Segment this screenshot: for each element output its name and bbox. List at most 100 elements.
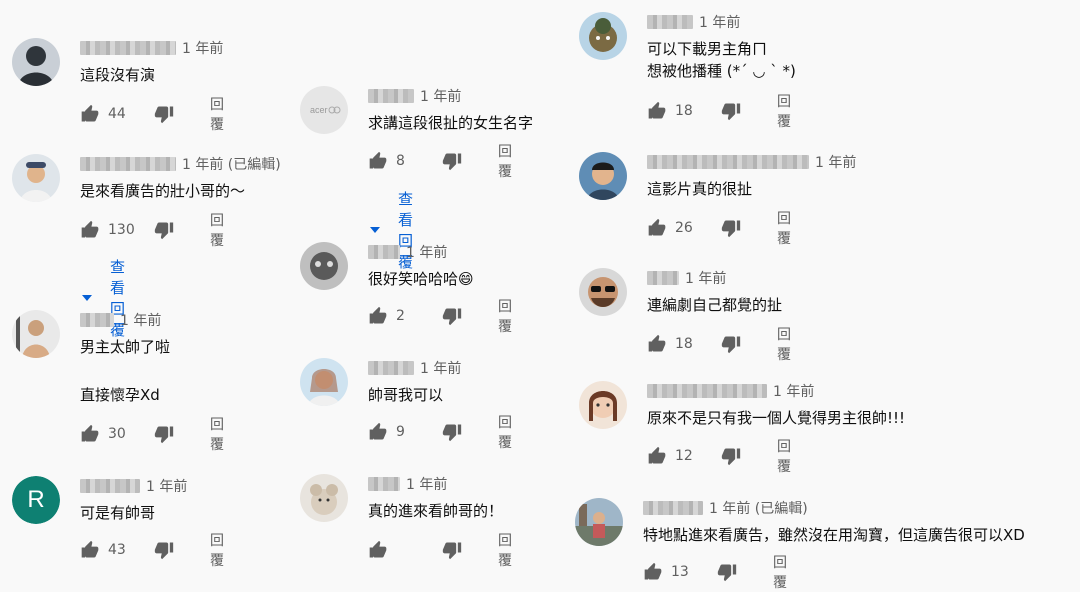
timestamp[interactable]: 1 年前: [773, 381, 814, 401]
dislike-button[interactable]: [154, 540, 174, 560]
comment-text: 原來不是只有我一個人覺得男主很帥!!!: [647, 409, 906, 427]
reply-button[interactable]: 回覆: [498, 296, 512, 336]
thumbs-up-icon: [369, 540, 387, 558]
timestamp[interactable]: 1 年前: [815, 152, 856, 172]
reply-button[interactable]: 回覆: [498, 141, 512, 181]
like-count: 12: [675, 448, 693, 464]
thumbs-down-icon: [154, 542, 174, 560]
timestamp[interactable]: 1 年前: [420, 86, 461, 106]
reply-button[interactable]: 回覆: [777, 91, 791, 131]
timestamp[interactable]: 1 年前: [182, 38, 223, 58]
like-button[interactable]: [368, 540, 388, 560]
caret-down-icon: [82, 295, 92, 301]
comment-actions: 43 回覆: [80, 533, 224, 569]
author-name[interactable]: [647, 271, 679, 285]
avatar[interactable]: [300, 358, 348, 406]
dislike-button[interactable]: [154, 104, 174, 124]
reply-button[interactable]: 回覆: [777, 208, 791, 248]
avatar[interactable]: R: [12, 476, 60, 524]
like-count: 9: [396, 424, 405, 440]
timestamp[interactable]: 1 年前 (已編輯): [709, 498, 808, 518]
avatar[interactable]: [12, 154, 60, 202]
like-button[interactable]: [647, 218, 667, 238]
author-name[interactable]: [368, 245, 400, 259]
avatar[interactable]: [12, 310, 60, 358]
author-name[interactable]: [80, 157, 176, 171]
timestamp[interactable]: 1 年前: [685, 268, 726, 288]
avatar[interactable]: [12, 38, 60, 86]
timestamp[interactable]: 1 年前: [120, 310, 161, 330]
reply-button[interactable]: 回覆: [210, 94, 224, 134]
like-count: 8: [396, 153, 405, 169]
timestamp[interactable]: 1 年前: [146, 476, 187, 496]
comment-actions: 2 回覆: [368, 299, 512, 335]
reply-button[interactable]: 回覆: [210, 530, 224, 570]
avatar[interactable]: [579, 381, 627, 429]
author-name[interactable]: [643, 501, 703, 515]
dislike-button[interactable]: [442, 151, 462, 171]
like-button[interactable]: [80, 540, 100, 560]
thumbs-up-icon: [644, 562, 662, 580]
like-button[interactable]: [647, 101, 667, 121]
like-button[interactable]: [80, 424, 100, 444]
avatar[interactable]: [300, 474, 348, 522]
author-name[interactable]: [368, 361, 414, 375]
reply-button[interactable]: 回覆: [210, 210, 224, 250]
like-count: 18: [675, 103, 693, 119]
author-name[interactable]: [368, 477, 400, 491]
avatar[interactable]: acer: [300, 86, 348, 134]
author-name[interactable]: [80, 41, 176, 55]
dislike-button[interactable]: [721, 218, 741, 238]
author-name[interactable]: [647, 155, 809, 169]
author-name[interactable]: [368, 89, 414, 103]
comment-text: 真的進來看帥哥的！: [368, 502, 504, 520]
dislike-button[interactable]: [721, 446, 741, 466]
like-button[interactable]: [80, 104, 100, 124]
avatar[interactable]: [579, 12, 627, 60]
author-name[interactable]: [80, 479, 140, 493]
avatar[interactable]: [300, 242, 348, 290]
thumbs-up-icon: [81, 540, 99, 558]
like-button[interactable]: [647, 446, 667, 466]
dislike-button[interactable]: [721, 101, 741, 121]
thumbs-down-icon: [721, 336, 741, 354]
like-button[interactable]: [368, 422, 388, 442]
thumbs-up-icon: [648, 446, 666, 464]
author-name[interactable]: [80, 313, 114, 327]
timestamp[interactable]: 1 年前: [420, 358, 461, 378]
comment-actions: 130 回覆: [80, 213, 224, 249]
dislike-button[interactable]: [717, 562, 737, 582]
dislike-button[interactable]: [154, 220, 174, 240]
reply-button[interactable]: 回覆: [498, 530, 512, 570]
dislike-button[interactable]: [442, 306, 462, 326]
like-button[interactable]: [80, 220, 100, 240]
like-button[interactable]: [368, 151, 388, 171]
comment-text: 可是有帥哥: [80, 504, 156, 522]
thumbs-down-icon: [442, 542, 462, 560]
comment-text: 帥哥我可以: [368, 386, 444, 404]
like-count: 44: [108, 106, 126, 122]
avatar[interactable]: [579, 268, 627, 316]
avatar[interactable]: [575, 498, 623, 546]
reply-button[interactable]: 回覆: [773, 552, 787, 592]
dislike-button[interactable]: [721, 334, 741, 354]
thumbs-up-icon: [648, 334, 666, 352]
timestamp[interactable]: 1 年前: [406, 242, 447, 262]
reply-button[interactable]: 回覆: [777, 436, 791, 476]
reply-button[interactable]: 回覆: [210, 414, 224, 454]
dislike-button[interactable]: [154, 424, 174, 444]
avatar[interactable]: [579, 152, 627, 200]
author-name[interactable]: [647, 15, 693, 29]
like-button[interactable]: [643, 562, 663, 582]
dislike-button[interactable]: [442, 422, 462, 442]
like-button[interactable]: [368, 306, 388, 326]
thumbs-up-icon: [648, 218, 666, 236]
reply-button[interactable]: 回覆: [777, 324, 791, 364]
timestamp[interactable]: 1 年前: [699, 12, 740, 32]
author-name[interactable]: [647, 384, 767, 398]
reply-button[interactable]: 回覆: [498, 412, 512, 452]
dislike-button[interactable]: [442, 540, 462, 560]
timestamp[interactable]: 1 年前: [406, 474, 447, 494]
timestamp[interactable]: 1 年前 (已編輯): [182, 154, 281, 174]
like-button[interactable]: [647, 334, 667, 354]
